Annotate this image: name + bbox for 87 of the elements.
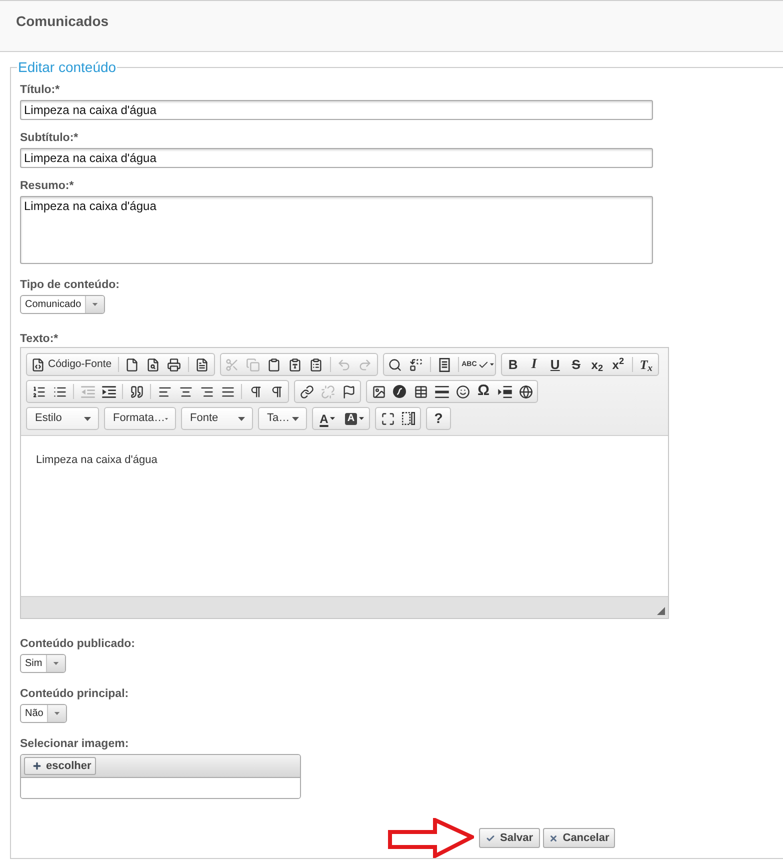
caret-icon: [53, 662, 60, 665]
dropdown[interactable]: Não: [20, 704, 68, 723]
cross-icon: [548, 834, 558, 842]
caret-icon: [92, 303, 98, 306]
field-label: Conteúdo publicado:: [20, 637, 135, 652]
text-field[interactable]: Limpeza na caixa d'água: [20, 100, 653, 120]
align-left-icon: [158, 384, 172, 398]
underline-button[interactable]: U: [544, 354, 566, 375]
text-area-field[interactable]: Limpeza na caixa d'água: [20, 196, 653, 264]
toolbar-dropdown[interactable]: Fonte: [181, 407, 253, 430]
page-title: Comunicados: [16, 12, 109, 30]
field-label: Selecionar imagem:: [20, 737, 129, 752]
field-label: Tipo de conteúdo:: [20, 278, 120, 293]
dashed-blocks-icon: [402, 412, 415, 425]
flag-icon: [342, 384, 356, 398]
bulleted-list-icon: [52, 384, 66, 398]
field-label: Texto:*: [20, 332, 58, 347]
resize-grip-icon[interactable]: [657, 607, 665, 615]
italic-button[interactable]: I: [524, 354, 545, 375]
horizontal-lines-icon: [434, 386, 448, 398]
lined-page-icon: [438, 358, 450, 372]
remove-format-button[interactable]: T$_{x}$: [636, 354, 657, 375]
special-character-button[interactable]: Ω: [473, 381, 494, 402]
table-icon: [414, 384, 428, 398]
caret-icon: [84, 416, 91, 420]
bold-button[interactable]: B: [502, 354, 524, 375]
toolbar-dropdown[interactable]: Estilo: [26, 407, 99, 430]
field-label: Título:*: [20, 83, 60, 98]
blank-page-icon: [125, 358, 140, 372]
clipboard-icon: [267, 358, 282, 372]
caret-icon: [330, 417, 336, 420]
superscript-button[interactable]: x$^{2}$: [608, 354, 629, 375]
text-color-button[interactable]: A: [314, 408, 341, 429]
expand-icon: [380, 412, 394, 426]
text-page-icon: [195, 358, 210, 372]
numbered-list-icon: [32, 384, 46, 398]
strikethrough-button[interactable]: S: [566, 354, 587, 375]
align-center-icon: [178, 384, 192, 398]
check-icon: [486, 834, 495, 842]
globe-icon: [518, 384, 532, 398]
pilcrow-icon: [270, 384, 284, 398]
page-magnifier-icon: [146, 358, 160, 372]
plus-icon: [32, 761, 42, 771]
printer-icon: [167, 358, 182, 372]
dropdown[interactable]: Sim: [20, 654, 66, 673]
broken-link-icon: [320, 384, 334, 398]
image-icon: [372, 384, 386, 398]
field-label: Subtítulo:*: [20, 131, 78, 146]
scissors-icon: [225, 358, 240, 372]
align-justify-icon: [220, 384, 234, 398]
caret-icon: [164, 416, 168, 420]
caret-icon: [292, 416, 299, 420]
cancel-button[interactable]: Cancelar: [543, 828, 615, 848]
caret-icon: [54, 712, 60, 715]
search-icon: [388, 358, 402, 372]
form-legend: Editar conteúdo: [17, 59, 118, 75]
clipboard-list-icon: [309, 358, 324, 372]
caret-icon: [490, 363, 494, 366]
redo-icon: [358, 358, 372, 372]
text-field[interactable]: Limpeza na caixa d'água: [20, 148, 653, 168]
choose-button[interactable]: escolher: [24, 757, 96, 775]
toolbar-dropdown[interactable]: Ta…: [258, 407, 307, 430]
link-icon: [300, 384, 314, 398]
swirl-disc-icon: [393, 385, 406, 398]
caret-icon: [238, 416, 245, 420]
toolbar-dropdown[interactable]: Formata…: [104, 407, 176, 430]
quote-icon: [130, 384, 144, 398]
source-button[interactable]: Código-Fonte: [28, 354, 115, 375]
field-label: Conteúdo principal:: [20, 687, 129, 702]
align-right-icon: [200, 384, 214, 398]
page-break-icon: [498, 386, 512, 398]
dropdown[interactable]: Comunicado: [20, 295, 106, 314]
code-file-icon: [31, 358, 45, 372]
undo-icon: [337, 358, 352, 372]
replace-icon: [409, 358, 424, 372]
save-button[interactable]: Salvar: [479, 828, 540, 848]
background-color-button[interactable]: A: [341, 408, 368, 429]
caret-icon: [358, 417, 364, 420]
clipboard-text-icon: [288, 358, 302, 372]
field-label: Resumo:*: [20, 179, 74, 194]
indent-icon: [102, 386, 116, 398]
outdent-icon: [80, 386, 94, 398]
help-button[interactable]: ?: [428, 408, 449, 429]
pilcrow-icon: [248, 384, 262, 398]
copy-icon: [246, 358, 260, 372]
subscript-button[interactable]: x$_{2}$: [586, 354, 608, 375]
smiley-icon: [456, 384, 470, 398]
